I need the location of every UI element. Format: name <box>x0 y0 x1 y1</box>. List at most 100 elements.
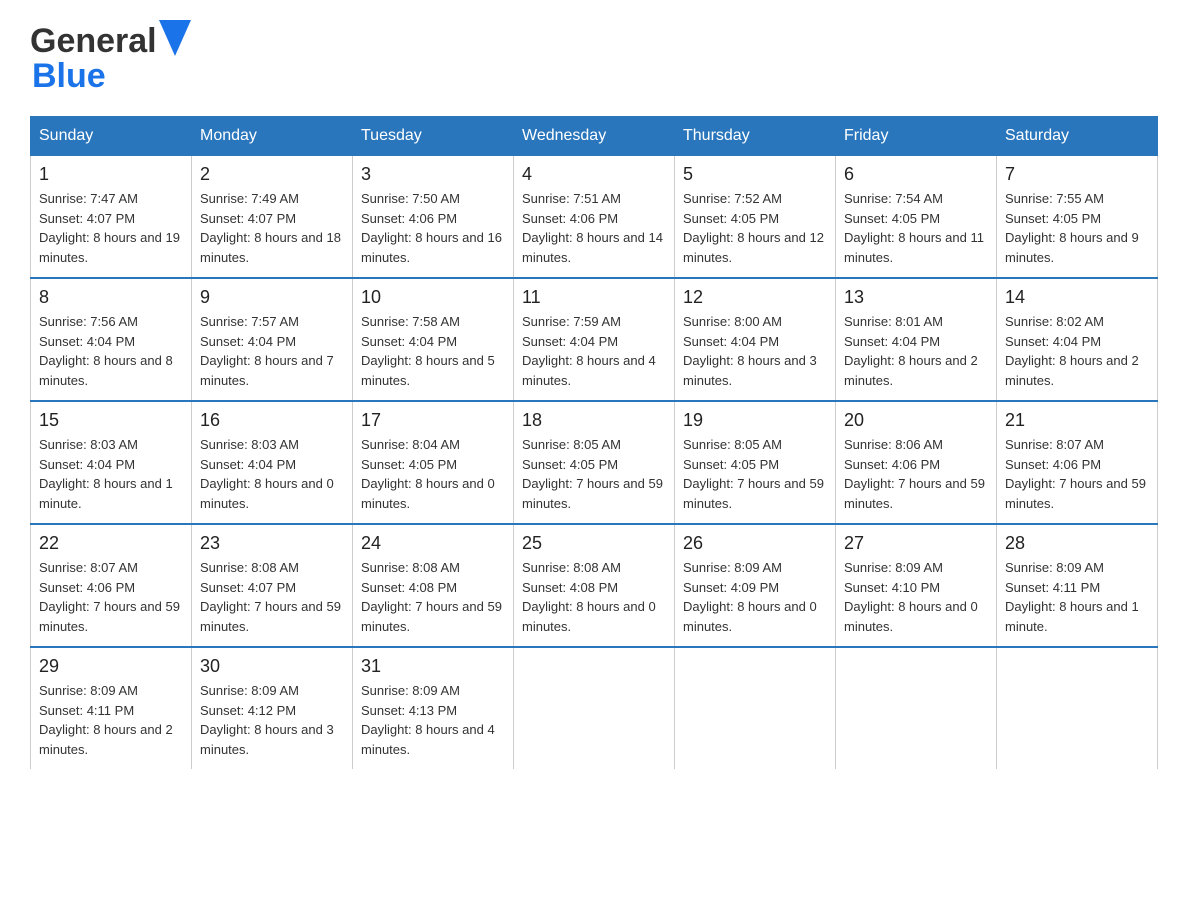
day-info: Sunrise: 7:59 AM Sunset: 4:04 PM Dayligh… <box>522 312 666 390</box>
day-number: 30 <box>200 656 344 677</box>
calendar-cell: 20 Sunrise: 8:06 AM Sunset: 4:06 PM Dayl… <box>836 401 997 524</box>
day-number: 2 <box>200 164 344 185</box>
day-number: 26 <box>683 533 827 554</box>
day-info: Sunrise: 8:02 AM Sunset: 4:04 PM Dayligh… <box>1005 312 1149 390</box>
weekday-header-saturday: Saturday <box>997 117 1158 156</box>
calendar-week-row: 15 Sunrise: 8:03 AM Sunset: 4:04 PM Dayl… <box>31 401 1158 524</box>
day-info: Sunrise: 8:09 AM Sunset: 4:11 PM Dayligh… <box>39 681 183 759</box>
day-number: 16 <box>200 410 344 431</box>
calendar-cell: 1 Sunrise: 7:47 AM Sunset: 4:07 PM Dayli… <box>31 156 192 279</box>
day-number: 22 <box>39 533 183 554</box>
day-number: 10 <box>361 287 505 308</box>
day-number: 8 <box>39 287 183 308</box>
logo-arrow-icon <box>159 20 191 56</box>
calendar-cell: 22 Sunrise: 8:07 AM Sunset: 4:06 PM Dayl… <box>31 524 192 647</box>
calendar-cell: 12 Sunrise: 8:00 AM Sunset: 4:04 PM Dayl… <box>675 278 836 401</box>
calendar-week-row: 1 Sunrise: 7:47 AM Sunset: 4:07 PM Dayli… <box>31 156 1158 279</box>
day-number: 18 <box>522 410 666 431</box>
day-info: Sunrise: 8:09 AM Sunset: 4:12 PM Dayligh… <box>200 681 344 759</box>
day-info: Sunrise: 8:03 AM Sunset: 4:04 PM Dayligh… <box>39 435 183 513</box>
day-info: Sunrise: 8:09 AM Sunset: 4:13 PM Dayligh… <box>361 681 505 759</box>
calendar-cell: 15 Sunrise: 8:03 AM Sunset: 4:04 PM Dayl… <box>31 401 192 524</box>
calendar-cell: 3 Sunrise: 7:50 AM Sunset: 4:06 PM Dayli… <box>353 156 514 279</box>
weekday-header-monday: Monday <box>192 117 353 156</box>
day-number: 4 <box>522 164 666 185</box>
calendar-cell: 10 Sunrise: 7:58 AM Sunset: 4:04 PM Dayl… <box>353 278 514 401</box>
calendar-body: 1 Sunrise: 7:47 AM Sunset: 4:07 PM Dayli… <box>31 156 1158 770</box>
day-info: Sunrise: 8:08 AM Sunset: 4:08 PM Dayligh… <box>361 558 505 636</box>
weekday-header-wednesday: Wednesday <box>514 117 675 156</box>
day-info: Sunrise: 8:05 AM Sunset: 4:05 PM Dayligh… <box>683 435 827 513</box>
day-info: Sunrise: 7:57 AM Sunset: 4:04 PM Dayligh… <box>200 312 344 390</box>
calendar-cell: 9 Sunrise: 7:57 AM Sunset: 4:04 PM Dayli… <box>192 278 353 401</box>
weekday-header-row: SundayMondayTuesdayWednesdayThursdayFrid… <box>31 117 1158 156</box>
calendar-cell: 29 Sunrise: 8:09 AM Sunset: 4:11 PM Dayl… <box>31 647 192 769</box>
day-number: 21 <box>1005 410 1149 431</box>
calendar-week-row: 8 Sunrise: 7:56 AM Sunset: 4:04 PM Dayli… <box>31 278 1158 401</box>
calendar-cell: 7 Sunrise: 7:55 AM Sunset: 4:05 PM Dayli… <box>997 156 1158 279</box>
calendar-cell <box>675 647 836 769</box>
page-header: General Blue <box>30 20 1158 96</box>
calendar-cell: 13 Sunrise: 8:01 AM Sunset: 4:04 PM Dayl… <box>836 278 997 401</box>
calendar-cell <box>836 647 997 769</box>
day-info: Sunrise: 7:49 AM Sunset: 4:07 PM Dayligh… <box>200 189 344 267</box>
day-info: Sunrise: 8:00 AM Sunset: 4:04 PM Dayligh… <box>683 312 827 390</box>
day-number: 7 <box>1005 164 1149 185</box>
day-info: Sunrise: 8:08 AM Sunset: 4:08 PM Dayligh… <box>522 558 666 636</box>
day-number: 11 <box>522 287 666 308</box>
calendar-cell: 14 Sunrise: 8:02 AM Sunset: 4:04 PM Dayl… <box>997 278 1158 401</box>
day-info: Sunrise: 7:55 AM Sunset: 4:05 PM Dayligh… <box>1005 189 1149 267</box>
calendar-cell: 17 Sunrise: 8:04 AM Sunset: 4:05 PM Dayl… <box>353 401 514 524</box>
calendar-cell: 26 Sunrise: 8:09 AM Sunset: 4:09 PM Dayl… <box>675 524 836 647</box>
calendar-cell: 19 Sunrise: 8:05 AM Sunset: 4:05 PM Dayl… <box>675 401 836 524</box>
day-number: 19 <box>683 410 827 431</box>
day-info: Sunrise: 8:03 AM Sunset: 4:04 PM Dayligh… <box>200 435 344 513</box>
calendar-cell: 11 Sunrise: 7:59 AM Sunset: 4:04 PM Dayl… <box>514 278 675 401</box>
day-number: 28 <box>1005 533 1149 554</box>
day-number: 3 <box>361 164 505 185</box>
calendar-cell: 4 Sunrise: 7:51 AM Sunset: 4:06 PM Dayli… <box>514 156 675 279</box>
calendar-cell: 16 Sunrise: 8:03 AM Sunset: 4:04 PM Dayl… <box>192 401 353 524</box>
calendar-cell: 24 Sunrise: 8:08 AM Sunset: 4:08 PM Dayl… <box>353 524 514 647</box>
calendar-cell: 31 Sunrise: 8:09 AM Sunset: 4:13 PM Dayl… <box>353 647 514 769</box>
calendar-cell: 2 Sunrise: 7:49 AM Sunset: 4:07 PM Dayli… <box>192 156 353 279</box>
logo: General Blue <box>30 20 191 96</box>
calendar-cell: 25 Sunrise: 8:08 AM Sunset: 4:08 PM Dayl… <box>514 524 675 647</box>
day-number: 13 <box>844 287 988 308</box>
day-number: 17 <box>361 410 505 431</box>
day-number: 27 <box>844 533 988 554</box>
calendar-week-row: 22 Sunrise: 8:07 AM Sunset: 4:06 PM Dayl… <box>31 524 1158 647</box>
weekday-header-sunday: Sunday <box>31 117 192 156</box>
calendar-week-row: 29 Sunrise: 8:09 AM Sunset: 4:11 PM Dayl… <box>31 647 1158 769</box>
day-info: Sunrise: 7:54 AM Sunset: 4:05 PM Dayligh… <box>844 189 988 267</box>
weekday-header-friday: Friday <box>836 117 997 156</box>
calendar-cell: 21 Sunrise: 8:07 AM Sunset: 4:06 PM Dayl… <box>997 401 1158 524</box>
calendar-cell: 27 Sunrise: 8:09 AM Sunset: 4:10 PM Dayl… <box>836 524 997 647</box>
day-info: Sunrise: 7:51 AM Sunset: 4:06 PM Dayligh… <box>522 189 666 267</box>
day-info: Sunrise: 8:01 AM Sunset: 4:04 PM Dayligh… <box>844 312 988 390</box>
calendar-table: SundayMondayTuesdayWednesdayThursdayFrid… <box>30 116 1158 769</box>
day-info: Sunrise: 8:07 AM Sunset: 4:06 PM Dayligh… <box>1005 435 1149 513</box>
day-number: 15 <box>39 410 183 431</box>
day-number: 31 <box>361 656 505 677</box>
day-info: Sunrise: 7:47 AM Sunset: 4:07 PM Dayligh… <box>39 189 183 267</box>
day-number: 24 <box>361 533 505 554</box>
weekday-header-thursday: Thursday <box>675 117 836 156</box>
day-info: Sunrise: 8:05 AM Sunset: 4:05 PM Dayligh… <box>522 435 666 513</box>
day-info: Sunrise: 7:52 AM Sunset: 4:05 PM Dayligh… <box>683 189 827 267</box>
day-number: 12 <box>683 287 827 308</box>
day-info: Sunrise: 8:07 AM Sunset: 4:06 PM Dayligh… <box>39 558 183 636</box>
day-info: Sunrise: 7:50 AM Sunset: 4:06 PM Dayligh… <box>361 189 505 267</box>
day-info: Sunrise: 8:09 AM Sunset: 4:10 PM Dayligh… <box>844 558 988 636</box>
calendar-cell: 8 Sunrise: 7:56 AM Sunset: 4:04 PM Dayli… <box>31 278 192 401</box>
day-info: Sunrise: 8:06 AM Sunset: 4:06 PM Dayligh… <box>844 435 988 513</box>
logo-blue-text: Blue <box>32 57 106 95</box>
calendar-cell: 28 Sunrise: 8:09 AM Sunset: 4:11 PM Dayl… <box>997 524 1158 647</box>
day-info: Sunrise: 7:58 AM Sunset: 4:04 PM Dayligh… <box>361 312 505 390</box>
day-number: 1 <box>39 164 183 185</box>
logo-general-text: General <box>30 22 157 61</box>
weekday-header-tuesday: Tuesday <box>353 117 514 156</box>
day-info: Sunrise: 8:09 AM Sunset: 4:11 PM Dayligh… <box>1005 558 1149 636</box>
day-info: Sunrise: 8:09 AM Sunset: 4:09 PM Dayligh… <box>683 558 827 636</box>
day-number: 5 <box>683 164 827 185</box>
